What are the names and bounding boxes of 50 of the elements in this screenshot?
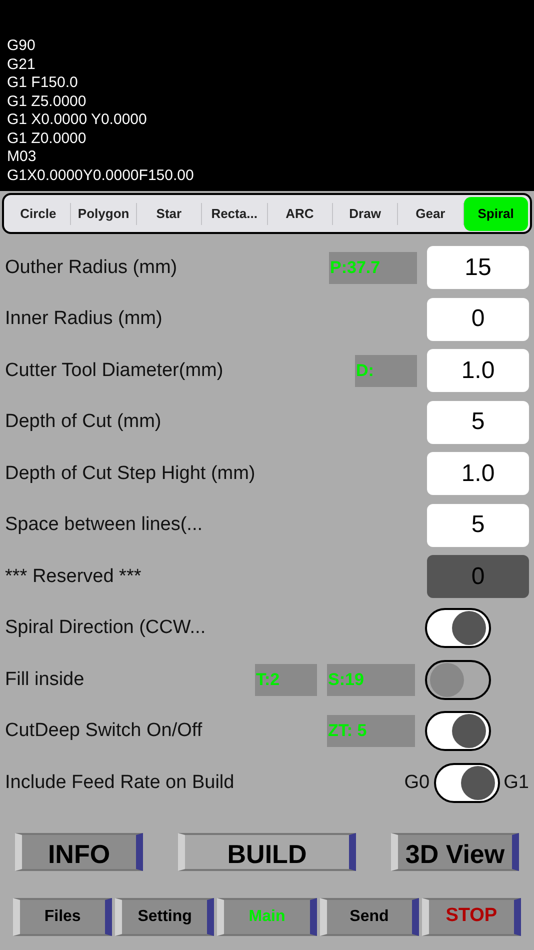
nav-tab[interactable]: Send (320, 898, 419, 936)
setting-label: Outher Radius (mm) (5, 256, 178, 280)
shape-tab[interactable]: Gear (398, 196, 463, 230)
shape-tab[interactable]: Star (136, 196, 202, 230)
setting-label: *** Reserved *** (5, 564, 142, 588)
number-field[interactable]: 5 (427, 504, 529, 547)
readout-badge: ZT: 5 (327, 715, 415, 748)
gcode-line: G21 (7, 56, 36, 74)
shape-tab[interactable]: Spiral (464, 196, 528, 230)
action-button[interactable]: INFO (15, 832, 143, 870)
action-button[interactable]: 3D View (391, 832, 519, 870)
readout-badge: S:19 (327, 664, 415, 696)
number-field[interactable]: 15 (427, 246, 529, 290)
setting-label: CutDeep Switch On/Off (5, 719, 204, 743)
setting-label: Cutter Tool Diameter(mm) (5, 358, 224, 382)
toggle-switch[interactable] (425, 711, 491, 752)
setting-label: Depth of Cut (mm) (5, 410, 162, 434)
toggle-switch[interactable] (434, 762, 500, 803)
nav-tab[interactable]: Files (13, 898, 112, 936)
gcode-line: M03 (7, 148, 38, 166)
setting-label: Fill inside (5, 668, 86, 692)
number-field[interactable]: 5 (427, 400, 529, 444)
switch-option-label: G1 (504, 770, 529, 794)
setting-label: Include Feed Rate on Build (5, 770, 236, 794)
setting-label: Depth of Cut Step Hight (mm) (5, 462, 256, 486)
toggle-switch[interactable] (425, 608, 491, 648)
action-button[interactable]: BUILD (178, 832, 356, 870)
number-field[interactable]: 0 (427, 298, 529, 341)
number-field[interactable]: 1.0 (427, 452, 529, 496)
setting-label: Spiral Direction (CCW... (5, 616, 207, 640)
gcode-line: G90 (7, 37, 36, 56)
switch-option-label: G0 (404, 770, 430, 794)
toggle-switch[interactable] (425, 660, 491, 700)
nav-tab[interactable]: Setting (115, 898, 214, 936)
gcode-line: G1 Z5.0000 (7, 92, 88, 111)
shape-tab[interactable]: Draw (332, 196, 398, 230)
gcode-line: G1 X0.0000 Y0.0000 (7, 111, 148, 130)
shape-tab[interactable]: Recta... (202, 196, 266, 230)
readout-badge: T:2 (255, 664, 317, 696)
readout-badge: D: (355, 354, 417, 387)
readout-badge: P:37.7 (329, 252, 417, 284)
setting-label: Inner Radius (mm) (5, 307, 164, 331)
shape-tab[interactable]: ARC (268, 196, 332, 230)
shape-tab[interactable]: Polygon (71, 196, 136, 230)
number-field[interactable]: 1.0 (427, 349, 529, 392)
shape-tab[interactable]: Circle (6, 196, 70, 230)
gcode-line: G1X0.0000Y0.0000F150.00 (7, 166, 195, 185)
setting-label: Space between lines(... (5, 513, 204, 537)
gcode-line: G1 Z0.0000 (7, 130, 88, 148)
gcode-line: G1 F150.0 (7, 74, 79, 92)
